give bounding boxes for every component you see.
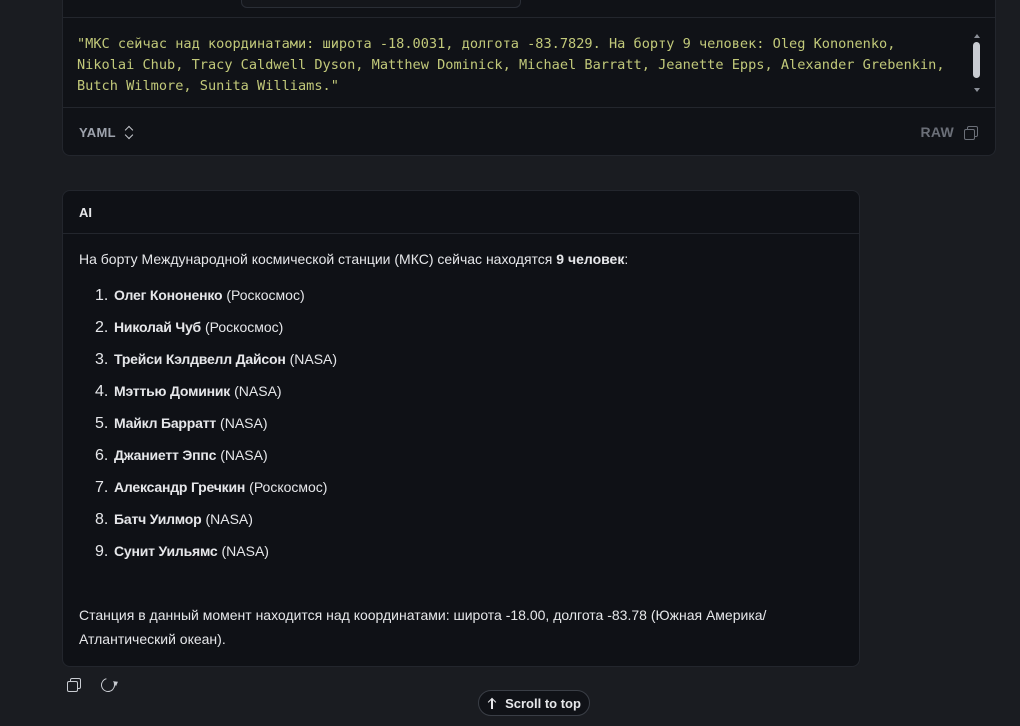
chevron-up-down-icon — [125, 125, 135, 139]
copy-message-icon[interactable] — [67, 678, 81, 692]
crew-agency: (NASA) — [220, 447, 268, 463]
intro-bold: 9 человек — [556, 251, 625, 267]
tool-output-card: "МКС сейчас над координатами: широта -18… — [62, 0, 996, 156]
sender-label: AI — [79, 204, 92, 220]
code-line: "МКС сейчас над координатами: широта -18… — [77, 36, 896, 52]
list-item: 4. Мэттью Доминик (NASA) — [95, 375, 843, 407]
language-select[interactable]: YAML — [79, 125, 135, 140]
crew-agency: (Роскосмос) — [205, 319, 284, 335]
list-number: 4. — [95, 383, 109, 400]
code-footer: YAML RAW — [63, 107, 995, 155]
crew-agency: (NASA) — [220, 415, 268, 431]
crew-name: Трейси Кэлдвелл Дайсон — [114, 351, 286, 367]
list-item: 9. Сунит Уильямс (NASA) — [95, 535, 843, 567]
intro-end: : — [624, 251, 629, 267]
list-number: 8. — [95, 511, 109, 528]
crew-name: Джаниетт Эппс — [114, 447, 217, 463]
chat-page: "МКС сейчас над координатами: широта -18… — [0, 0, 1020, 726]
code-line: Butch Wilmore, Sunita Williams." — [77, 78, 339, 94]
raw-button[interactable]: RAW — [920, 124, 954, 140]
message-actions — [67, 675, 118, 695]
list-number: 7. — [95, 479, 109, 496]
code-scrollbar[interactable] — [973, 34, 981, 92]
crew-agency: (NASA) — [221, 543, 269, 559]
crew-agency: (NASA) — [234, 383, 282, 399]
intro-text: На борту Международной космической станц… — [79, 251, 557, 267]
scroll-up-arrow-icon[interactable] — [974, 34, 980, 38]
crew-name: Николай Чуб — [114, 319, 201, 335]
crew-name: Олег Кононенко — [114, 287, 223, 303]
list-item: 3. Трейси Кэлдвелл Дайсон (NASA) — [95, 343, 843, 375]
list-number: 5. — [95, 415, 109, 432]
code-output: "МКС сейчас над координатами: широта -18… — [63, 18, 975, 107]
message-body: На борту Международной космической станц… — [63, 234, 859, 651]
crew-agency: (Роскосмос) — [226, 287, 305, 303]
intro-paragraph: На борту Международной космической станц… — [79, 248, 843, 276]
regenerate-icon[interactable] — [98, 675, 118, 695]
list-item: 5. Майкл Барратт (NASA) — [95, 407, 843, 439]
crew-name: Сунит Уильямс — [114, 543, 218, 559]
message-header: AI — [63, 191, 859, 234]
collapsed-header-tab — [241, 0, 521, 8]
code-line: Nikolai Chub, Tracy Caldwell Dyson, Matt… — [77, 57, 945, 73]
list-item: 8. Батч Уилмор (NASA) — [95, 503, 843, 535]
raw-actions: RAW — [920, 124, 978, 140]
list-number: 2. — [95, 319, 109, 336]
crew-agency: (Роскосмос) — [249, 479, 328, 495]
arrow-up-icon — [487, 698, 497, 709]
list-number: 1. — [95, 287, 109, 304]
language-label: YAML — [79, 124, 116, 140]
crew-list: 1. Олег Кононенко (Роскосмос) 2. Николай Чу… — [79, 279, 843, 567]
list-number: 6. — [95, 447, 109, 464]
copy-icon[interactable] — [964, 125, 978, 140]
crew-name: Майкл Барратт — [114, 415, 217, 431]
scrollbar-thumb[interactable] — [973, 42, 980, 78]
list-item: 1. Олег Кононенко (Роскосмос) — [95, 279, 843, 311]
crew-agency: (NASA) — [205, 511, 253, 527]
scroll-to-top-button[interactable]: Scroll to top — [478, 690, 590, 716]
crew-name: Батч Уилмор — [114, 511, 202, 527]
scroll-to-top-label: Scroll to top — [505, 695, 581, 711]
list-number: 9. — [95, 543, 109, 560]
list-number: 3. — [95, 351, 109, 368]
crew-name: Мэттью Доминик — [114, 383, 231, 399]
ai-message-card: AI На борту Международной космической ст… — [62, 190, 860, 667]
summary-paragraph: Станция в данный момент находится над ко… — [79, 607, 767, 647]
crew-name: Александр Гречкин — [114, 479, 246, 495]
list-item: 7. Александр Гречкин (Роскосмос) — [95, 471, 843, 503]
scroll-down-arrow-icon[interactable] — [974, 88, 980, 92]
crew-agency: (NASA) — [289, 351, 338, 367]
list-item: 6. Джаниетт Эппс (NASA) — [95, 439, 843, 471]
list-item: 2. Николай Чуб (Роскосмос) — [95, 311, 843, 343]
